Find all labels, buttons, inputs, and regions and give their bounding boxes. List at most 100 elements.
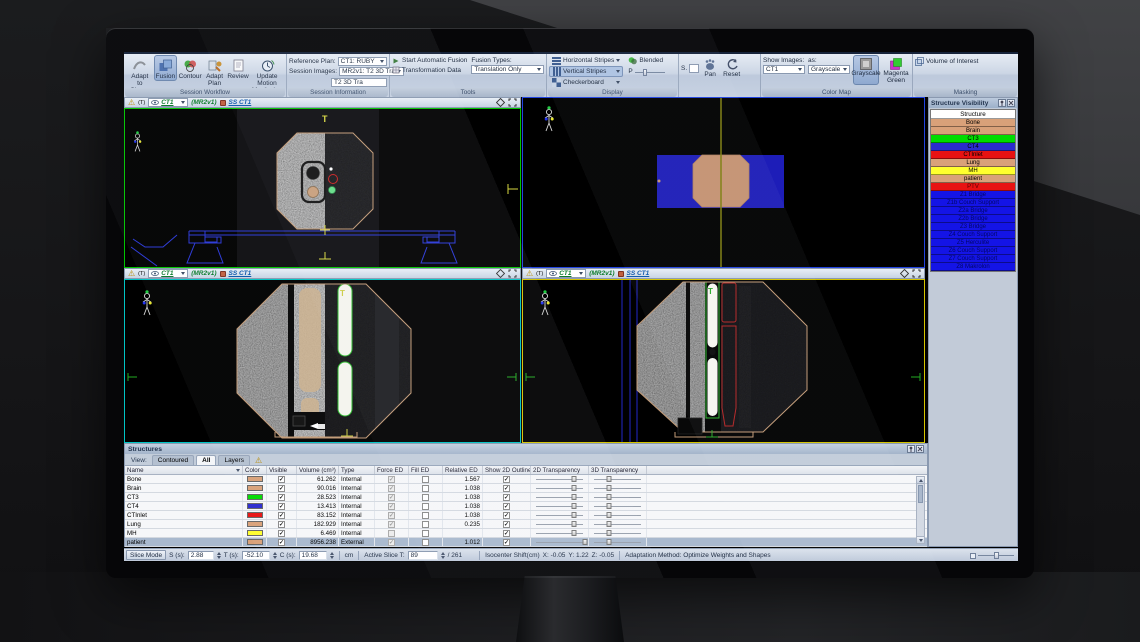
structure-color-cell[interactable] <box>243 520 267 528</box>
structure-visibility-row[interactable]: Z4 Couch Support <box>931 231 1015 239</box>
expand-view-icon[interactable] <box>912 269 921 278</box>
fill-ed-checkbox[interactable] <box>422 485 429 492</box>
transparency-2d-slider[interactable] <box>531 475 589 483</box>
close-panel-button[interactable] <box>916 445 924 453</box>
scroll-thumb[interactable] <box>918 485 923 503</box>
c-slice-input[interactable]: 19.68 <box>299 551 327 560</box>
force-ed-checkbox[interactable]: ✓ <box>388 485 395 492</box>
structure-visibility-row[interactable]: MH <box>931 167 1015 175</box>
viewport-image-select[interactable]: CT1 <box>148 269 188 278</box>
column-3d-transparency[interactable]: 3D Transparency <box>589 466 647 474</box>
structures-scrollbar[interactable] <box>916 476 925 544</box>
close-panel-button[interactable] <box>1007 99 1015 107</box>
reset-button[interactable]: Reset <box>721 57 742 79</box>
force-ed-cell[interactable]: ✓ <box>375 475 409 483</box>
fill-ed-cell[interactable] <box>409 538 443 546</box>
viewport-sagittal-mr[interactable]: T <box>522 279 925 443</box>
structure-visibility-row[interactable]: CT4 <box>931 143 1015 151</box>
show-2d-outlines-cell[interactable]: ✓ <box>483 538 531 546</box>
show-2d-outlines-checkbox[interactable]: ✓ <box>503 485 510 492</box>
structure-visibility-row[interactable]: Z2b Bridge <box>931 215 1015 223</box>
blend-slider[interactable] <box>635 68 665 76</box>
fill-ed-checkbox[interactable] <box>422 512 429 519</box>
t-slice-spinner[interactable] <box>273 552 277 559</box>
force-ed-cell[interactable]: ✓ <box>375 493 409 501</box>
visible-cell[interactable]: ✓ <box>267 493 297 501</box>
active-slice-spinner[interactable] <box>441 552 445 559</box>
fill-ed-checkbox[interactable] <box>422 521 429 528</box>
structure-visibility-row[interactable]: Bone <box>931 119 1015 127</box>
show-2d-outlines-checkbox[interactable]: ✓ <box>503 494 510 501</box>
force-ed-checkbox[interactable]: ✓ <box>388 539 395 546</box>
show-2d-outlines-cell[interactable]: ✓ <box>483 529 531 537</box>
force-ed-cell[interactable]: ✓ <box>375 502 409 510</box>
fill-ed-cell[interactable] <box>409 502 443 510</box>
diamond-marker-icon[interactable] <box>900 269 909 278</box>
show-2d-outlines-cell[interactable]: ✓ <box>483 511 531 519</box>
structure-visibility-row[interactable]: Z1 Bridge <box>931 191 1015 199</box>
c-slice-spinner[interactable] <box>330 552 334 559</box>
reference-plan-select[interactable]: CT1: RUBY <box>338 57 387 66</box>
fill-ed-checkbox[interactable] <box>422 494 429 501</box>
show-images-select[interactable]: CT1 <box>763 65 805 74</box>
fill-ed-cell[interactable] <box>409 520 443 528</box>
force-ed-cell[interactable]: ✓ <box>375 520 409 528</box>
pin-panel-button[interactable] <box>907 445 915 453</box>
expand-view-icon[interactable] <box>508 98 517 107</box>
structure-visibility-row[interactable]: Brain <box>931 127 1015 135</box>
structure-color-cell[interactable] <box>243 511 267 519</box>
grayscale-toggle-button[interactable]: Grayscale <box>853 55 879 85</box>
zoom-out-icon[interactable] <box>970 553 976 559</box>
fill-ed-cell[interactable] <box>409 484 443 492</box>
s-field[interactable] <box>689 64 699 73</box>
show-2d-outlines-checkbox[interactable]: ✓ <box>503 521 510 528</box>
show-2d-outlines-checkbox[interactable]: ✓ <box>503 512 510 519</box>
show-2d-outlines-checkbox[interactable]: ✓ <box>503 503 510 510</box>
transparency-3d-slider[interactable] <box>589 538 647 546</box>
structure-visibility-row[interactable]: CTInlet <box>931 151 1015 159</box>
structure-table-row[interactable]: MH ✓ 6.469 Internal ✓ <box>125 529 927 538</box>
column-name[interactable]: Name <box>125 466 243 474</box>
column-force-ed[interactable]: Force ED <box>375 466 409 474</box>
checkerboard-button[interactable]: Checkerboard <box>549 77 623 88</box>
show-2d-outlines-cell[interactable]: ✓ <box>483 502 531 510</box>
diamond-marker-icon[interactable] <box>496 269 505 278</box>
start-automatic-fusion-button[interactable]: Start Automatic Fusion <box>392 57 467 65</box>
structure-visibility-row[interactable]: Z8 Makrolon <box>931 263 1015 271</box>
scroll-up-button[interactable] <box>917 477 924 484</box>
force-ed-cell[interactable]: ✓ <box>375 538 409 546</box>
fusion-button[interactable]: Fusion <box>154 55 178 81</box>
volume-of-interest-toggle[interactable]: Volume of Interest <box>915 57 1016 66</box>
force-ed-cell[interactable] <box>375 529 409 537</box>
structure-color-cell[interactable] <box>243 538 267 546</box>
show-2d-outlines-cell[interactable]: ✓ <box>483 520 531 528</box>
force-ed-checkbox[interactable]: ✓ <box>388 494 395 501</box>
pan-button[interactable]: Pan <box>701 57 719 79</box>
transparency-3d-slider[interactable] <box>589 511 647 519</box>
fill-ed-checkbox[interactable] <box>422 539 429 546</box>
fusion-types-select[interactable]: Translation Only <box>471 65 544 74</box>
structure-visibility-row[interactable]: Z2a Bridge <box>931 207 1015 215</box>
pin-panel-button[interactable] <box>998 99 1006 107</box>
structure-set-link[interactable]: SS CT1 <box>229 99 252 106</box>
column-volume[interactable]: Volume (cm³) <box>297 466 339 474</box>
structure-color-cell[interactable] <box>243 529 267 537</box>
column-show-2d-outlines[interactable]: Show 2D Outlines <box>483 466 531 474</box>
structure-visibility-row[interactable]: Z1b Couch Support <box>931 199 1015 207</box>
structure-visibility-row[interactable]: patient <box>931 175 1015 183</box>
visible-cell[interactable]: ✓ <box>267 502 297 510</box>
column-relative-ed[interactable]: Relative ED <box>443 466 483 474</box>
visible-checkbox[interactable]: ✓ <box>278 494 285 501</box>
transparency-3d-slider[interactable] <box>589 493 647 501</box>
structure-set-link[interactable]: SS CT1 <box>229 270 252 277</box>
transformation-data-button[interactable]: Transformation Data <box>392 66 467 74</box>
column-2d-transparency[interactable]: 2D Transparency <box>531 466 589 474</box>
structure-visibility-row[interactable]: PTV <box>931 183 1015 191</box>
visible-checkbox[interactable]: ✓ <box>278 521 285 528</box>
structure-color-cell[interactable] <box>243 475 267 483</box>
show-2d-outlines-checkbox[interactable]: ✓ <box>503 539 510 546</box>
transparency-3d-slider[interactable] <box>589 520 647 528</box>
show-2d-outlines-checkbox[interactable]: ✓ <box>503 476 510 483</box>
column-visible[interactable]: Visible <box>267 466 297 474</box>
transparency-2d-slider[interactable] <box>531 538 589 546</box>
